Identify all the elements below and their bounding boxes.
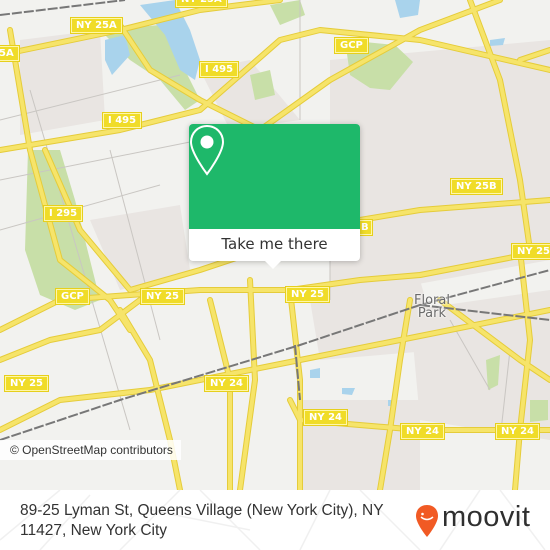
highway-shield: NY 25A [71,18,122,33]
popup-pointer [264,260,282,269]
place-label: Floral Park [414,294,450,320]
highway-shield: NY 24 [205,376,249,391]
highway-shield: NY 25 [5,376,49,391]
water-body [105,35,130,75]
park-area [486,355,500,390]
moovit-logo[interactable]: moovit [415,501,530,538]
rail-line [0,0,126,16]
highway-shield: 5A [0,46,19,61]
water-body [395,0,420,18]
highway-shield: GCP [56,289,89,304]
popup-header [189,124,360,229]
map-view[interactable]: NY 25A 5A I 495 I 495 GCP I 295 NY 25B B… [0,0,550,490]
take-me-there-button[interactable]: Take me there [189,229,360,261]
highway-shield: NY 25 [512,244,550,259]
address-text: 89-25 Lyman St, Queens Village (New York… [20,502,384,539]
water-body [310,368,320,378]
highway-shield: NY 24 [401,424,445,439]
map-attribution[interactable]: © OpenStreetMap contributors [0,440,181,460]
highway-shield: NY 25A [176,0,227,7]
highway-shield: I 295 [44,206,83,221]
park-area [530,400,548,422]
moovit-wordmark: moovit [442,501,531,533]
highway-shield: NY 25B [451,179,502,194]
location-popup: Take me there [189,124,360,261]
highway-shield: GCP [335,38,368,53]
highway-shield: NY 24 [496,424,540,439]
water-body [490,38,505,46]
footer: 89-25 Lyman St, Queens Village (New York… [0,490,550,550]
highway-shield: NY 24 [304,410,348,425]
highway-shield: B [358,220,372,235]
moovit-pin-smile-icon [416,505,438,537]
highway-shield: NY 25 [141,289,185,304]
place-label-line: Park [417,306,447,321]
water-body [342,388,355,395]
highway-shield: NY 25 [286,287,330,302]
map-pin-icon [189,124,225,176]
highway-shield: I 495 [103,113,142,128]
highway-shield: I 495 [200,62,239,77]
